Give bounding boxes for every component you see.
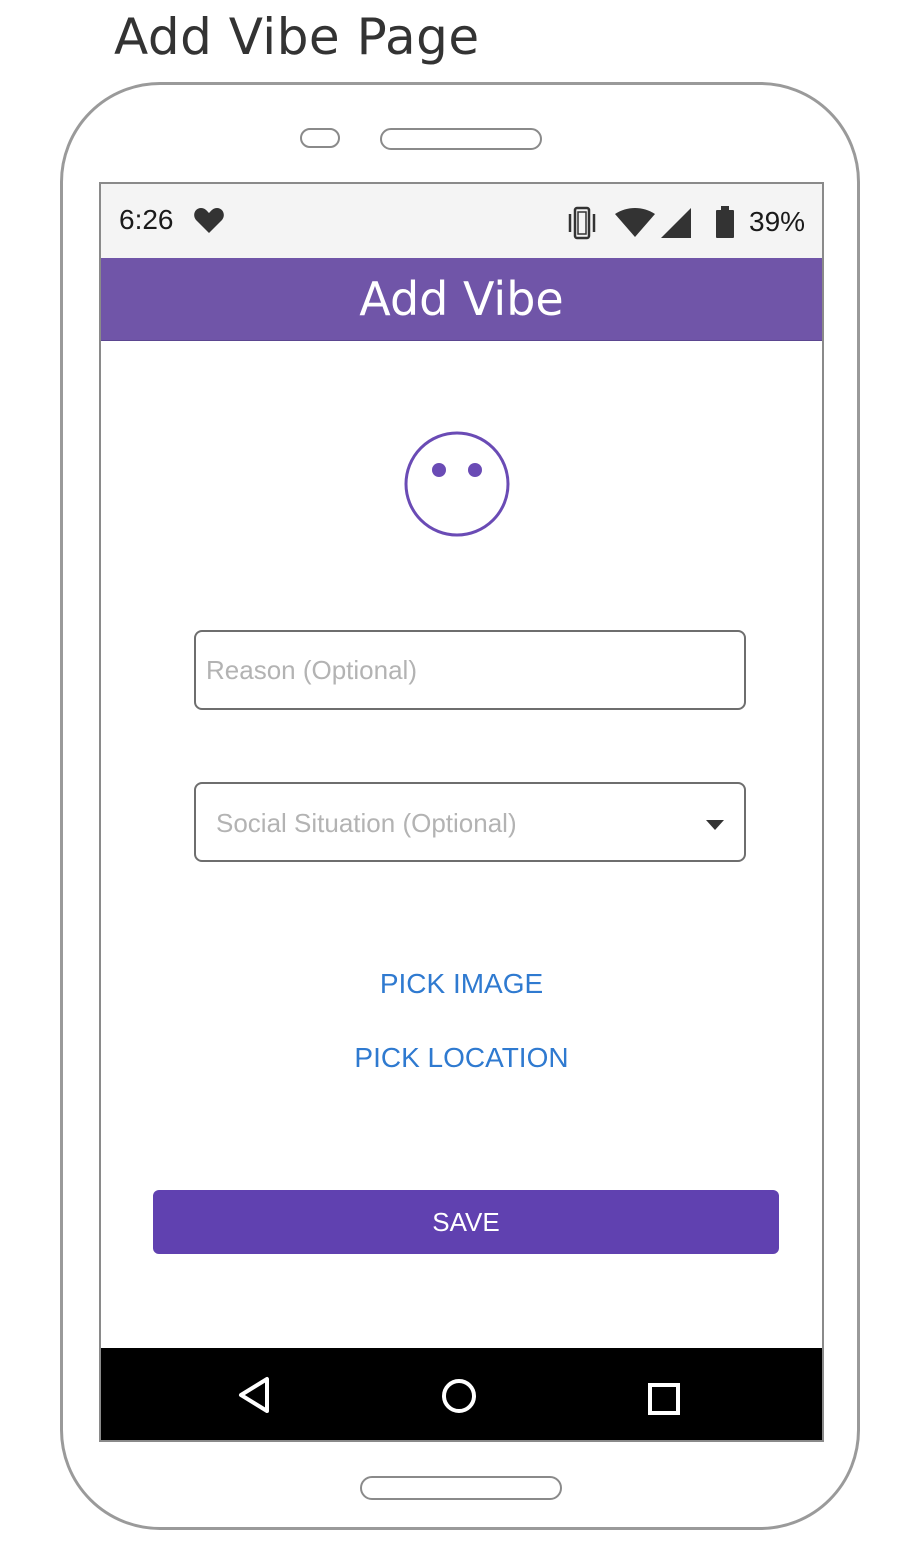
dropdown-arrow-icon <box>706 820 724 830</box>
recents-icon[interactable] <box>647 1382 681 1416</box>
save-button[interactable]: SAVE <box>153 1190 779 1254</box>
social-situation-placeholder: Social Situation (Optional) <box>216 808 517 838</box>
phone-screen: 6:26 39% Add Vibe Social Situation <box>99 182 824 1442</box>
page-heading: Add Vibe Page <box>114 8 480 66</box>
phone-home-slot <box>360 1476 562 1500</box>
status-time: 6:26 <box>119 204 174 235</box>
pick-location-button[interactable]: PICK LOCATION <box>101 1042 822 1074</box>
navigation-bar <box>101 1348 822 1440</box>
battery-percentage: 39% <box>749 206 806 237</box>
app-bar-title: Add Vibe <box>359 272 564 326</box>
back-icon[interactable] <box>237 1376 271 1414</box>
neutral-face-icon[interactable] <box>403 430 511 538</box>
phone-camera <box>300 128 340 148</box>
wifi-icon <box>615 208 655 237</box>
vibrate-icon <box>568 206 596 240</box>
heart-icon <box>194 208 224 233</box>
social-situation-dropdown[interactable]: Social Situation (Optional) <box>194 782 746 862</box>
pick-image-button[interactable]: PICK IMAGE <box>101 968 822 1000</box>
reason-input[interactable] <box>194 630 746 710</box>
phone-earpiece <box>380 128 542 150</box>
app-bar: Add Vibe <box>101 258 822 341</box>
battery-icon <box>716 206 734 238</box>
signal-icon <box>661 208 691 238</box>
status-bar: 6:26 39% <box>101 184 822 258</box>
home-icon[interactable] <box>441 1378 477 1414</box>
